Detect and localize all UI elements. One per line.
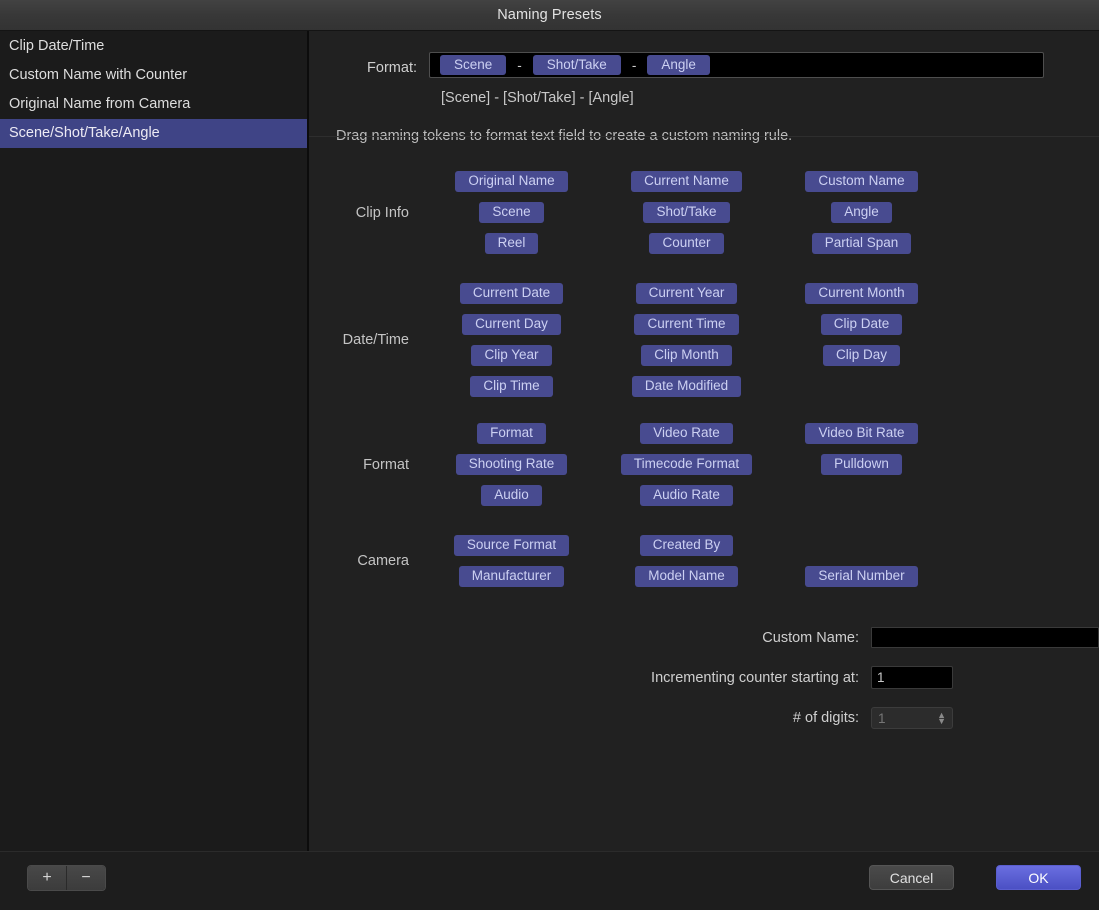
naming-token[interactable]: Current Time — [634, 314, 738, 335]
digits-label: # of digits: — [309, 710, 871, 726]
custom-name-label: Custom Name: — [309, 630, 871, 646]
token-group: Date/TimeCurrent DateCurrent YearCurrent… — [309, 283, 1099, 397]
digits-value: 1 — [878, 711, 886, 726]
naming-token[interactable]: Pulldown — [821, 454, 902, 475]
token-group-label: Camera — [309, 553, 424, 569]
preset-list-item[interactable]: Custom Name with Counter — [0, 60, 307, 89]
window-title-bar: Naming Presets — [0, 0, 1099, 31]
preset-list-item[interactable]: Clip Date/Time — [0, 31, 307, 60]
token-group-label: Clip Info — [309, 205, 424, 221]
preset-list-item[interactable]: Scene/Shot/Take/Angle — [0, 119, 307, 148]
format-field-token[interactable]: Scene — [440, 55, 506, 75]
cancel-button[interactable]: Cancel — [869, 865, 954, 890]
custom-name-row: Custom Name: — [309, 627, 1099, 648]
preset-editor-panel: Format: Scene-Shot/Take-Angle [Scene] - … — [309, 31, 1099, 853]
token-grid: Original Name Current Name Custom Name Scen… — [424, 171, 1099, 254]
naming-token[interactable]: Original Name — [455, 171, 567, 192]
naming-token[interactable]: Manufacturer — [459, 566, 565, 587]
naming-token[interactable]: Video Rate — [640, 423, 733, 444]
token-group-label: Format — [309, 457, 424, 473]
format-separator: - — [623, 58, 646, 73]
naming-token[interactable]: Serial Number — [805, 566, 917, 587]
format-token-field[interactable]: Scene-Shot/Take-Angle — [429, 52, 1044, 78]
stepper-chevrons-icon[interactable]: ▲ ▼ — [937, 712, 946, 724]
naming-token[interactable]: Shooting Rate — [456, 454, 568, 475]
token-group: Format Format Video Rate Video Bit Rate Shoo… — [309, 423, 1099, 506]
digits-row: # of digits: 1 ▲ ▼ — [309, 707, 1099, 729]
section-divider — [309, 136, 1099, 137]
format-row: Format: Scene-Shot/Take-Angle — [309, 31, 1099, 78]
token-group: Camera Source Format Created By Manufacture… — [309, 535, 1099, 587]
naming-token[interactable]: Date Modified — [632, 376, 741, 397]
naming-token[interactable]: Current Day — [462, 314, 561, 335]
preset-list-item[interactable]: Original Name from Camera — [0, 89, 307, 118]
naming-token[interactable]: Current Year — [636, 283, 738, 304]
dialog-footer: + − Cancel OK — [0, 851, 1099, 910]
token-groups: Clip Info Original Name Current Name Custom… — [309, 171, 1099, 587]
naming-token[interactable]: Clip Time — [470, 376, 552, 397]
naming-token[interactable]: Video Bit Rate — [805, 423, 917, 444]
naming-token[interactable]: Clip Date — [821, 314, 903, 335]
counter-label: Incrementing counter starting at: — [309, 670, 871, 686]
format-field-token[interactable]: Angle — [647, 55, 710, 75]
remove-preset-button[interactable]: − — [66, 866, 105, 890]
ok-button[interactable]: OK — [996, 865, 1081, 890]
add-preset-button[interactable]: + — [28, 866, 66, 890]
token-grid: Source Format Created By Manufacturer Model… — [424, 535, 1099, 587]
counter-start-input[interactable]: 1 — [871, 666, 953, 689]
options-form: Custom Name: Incrementing counter starti… — [309, 627, 1099, 729]
naming-token[interactable]: Format — [477, 423, 546, 444]
token-group-label: Date/Time — [309, 332, 424, 348]
naming-token[interactable]: Current Name — [631, 171, 742, 192]
naming-token[interactable]: Created By — [640, 535, 734, 556]
naming-token[interactable]: Clip Year — [471, 345, 551, 366]
custom-name-input[interactable] — [871, 627, 1099, 648]
dialog-body: Clip Date/TimeCustom Name with CounterOr… — [0, 31, 1099, 853]
format-label: Format: — [309, 52, 429, 76]
naming-token[interactable]: Current Date — [460, 283, 563, 304]
naming-token[interactable]: Audio — [481, 485, 542, 506]
naming-token[interactable]: Source Format — [454, 535, 569, 556]
naming-token[interactable]: Current Month — [805, 283, 917, 304]
add-remove-preset-group: + − — [27, 865, 106, 891]
naming-token[interactable]: Angle — [831, 202, 892, 223]
presets-sidebar[interactable]: Clip Date/TimeCustom Name with CounterOr… — [0, 31, 309, 853]
token-group: Clip Info Original Name Current Name Custom… — [309, 171, 1099, 254]
naming-token[interactable]: Reel — [485, 233, 539, 254]
naming-token[interactable]: Custom Name — [805, 171, 917, 192]
format-field-token[interactable]: Shot/Take — [533, 55, 621, 75]
naming-token[interactable]: Counter — [649, 233, 723, 254]
naming-token[interactable]: Shot/Take — [643, 202, 729, 223]
naming-token[interactable]: Clip Day — [823, 345, 900, 366]
format-preview-text: [Scene] - [Shot/Take] - [Angle] — [441, 90, 1099, 106]
digits-stepper[interactable]: 1 ▲ ▼ — [871, 707, 953, 729]
naming-token[interactable]: Model Name — [635, 566, 738, 587]
naming-token[interactable]: Clip Month — [641, 345, 732, 366]
naming-token[interactable]: Timecode Format — [621, 454, 752, 475]
format-separator: - — [508, 58, 531, 73]
naming-token[interactable]: Scene — [479, 202, 543, 223]
window-title: Naming Presets — [497, 7, 602, 23]
naming-token[interactable]: Audio Rate — [640, 485, 733, 506]
naming-token[interactable]: Partial Span — [812, 233, 912, 254]
chevron-down-icon[interactable]: ▼ — [937, 718, 946, 724]
counter-row: Incrementing counter starting at: 1 — [309, 666, 1099, 689]
token-grid: Current Date Current Year Current Month Cur… — [424, 283, 1099, 397]
token-grid: Format Video Rate Video Bit Rate Shooting R… — [424, 423, 1099, 506]
